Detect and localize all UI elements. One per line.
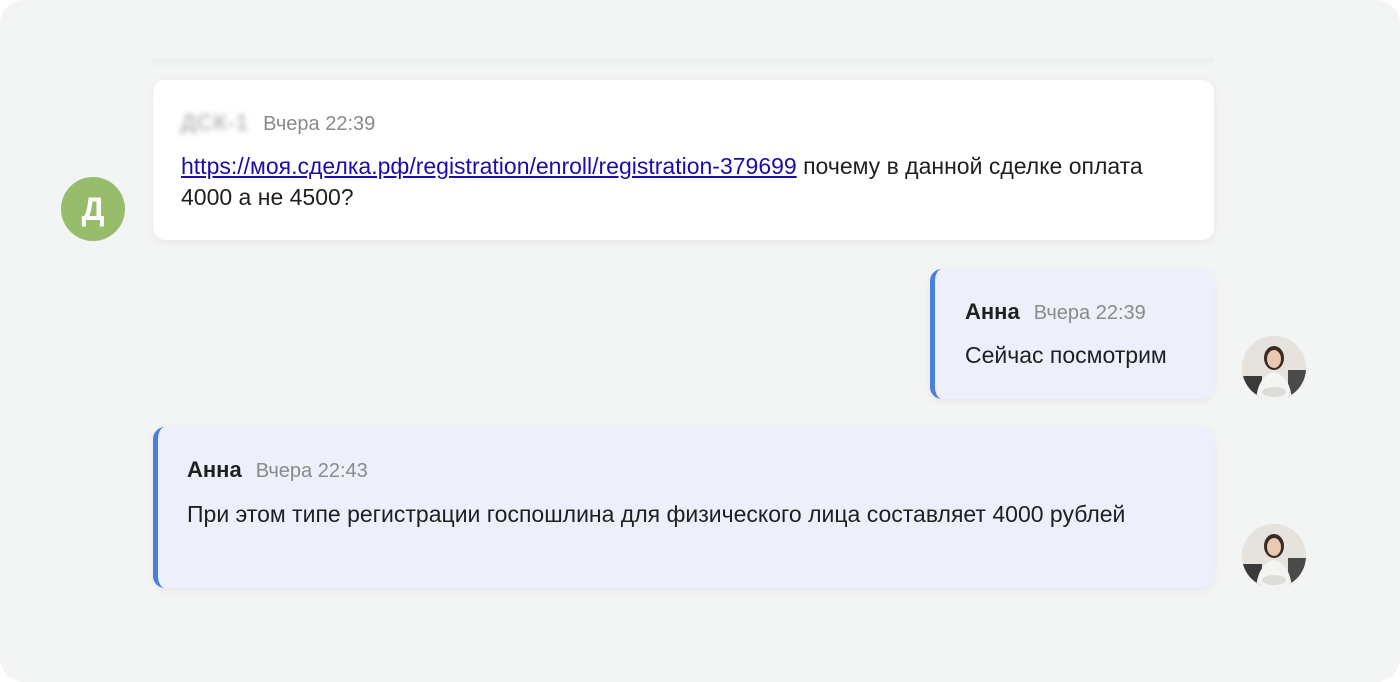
- chat-panel: Д ДСК-1 Вчера 22:39 https://моя.сделка.р…: [0, 0, 1400, 682]
- client-message: ДСК-1 Вчера 22:39 https://моя.сделка.рф/…: [153, 80, 1214, 240]
- deal-link[interactable]: https://моя.сделка.рф/registration/enrol…: [181, 153, 797, 179]
- client-author-name: ДСК-1: [181, 110, 250, 135]
- message-meta: Анна Вчера 22:43: [187, 457, 368, 483]
- operator-avatar-photo-icon: [1242, 524, 1306, 588]
- operator-author-name: Анна: [965, 299, 1020, 324]
- client-avatar-letter: Д: [81, 190, 105, 227]
- message-text: Сейчас посмотрим: [965, 342, 1167, 368]
- message-text: При этом типе регистрации госпошлина для…: [187, 501, 1126, 527]
- message-meta: Анна Вчера 22:39: [965, 299, 1146, 325]
- operator-message: Анна Вчера 22:39 Сейчас посмотрим: [930, 269, 1214, 399]
- message-text: https://моя.сделка.рф/registration/enrol…: [181, 151, 1181, 213]
- message-time: Вчера 22:43: [255, 460, 368, 482]
- operator-avatar-photo-icon: [1242, 336, 1306, 400]
- operator-message: Анна Вчера 22:43 При этом типе регистрац…: [153, 427, 1214, 588]
- message-time: Вчера 22:39: [263, 113, 376, 135]
- message-time: Вчера 22:39: [1033, 302, 1146, 324]
- message-meta: ДСК-1 Вчера 22:39: [181, 110, 375, 136]
- scroll-fade: [152, 58, 1214, 68]
- operator-author-name: Анна: [187, 457, 242, 482]
- client-avatar: Д: [61, 177, 125, 241]
